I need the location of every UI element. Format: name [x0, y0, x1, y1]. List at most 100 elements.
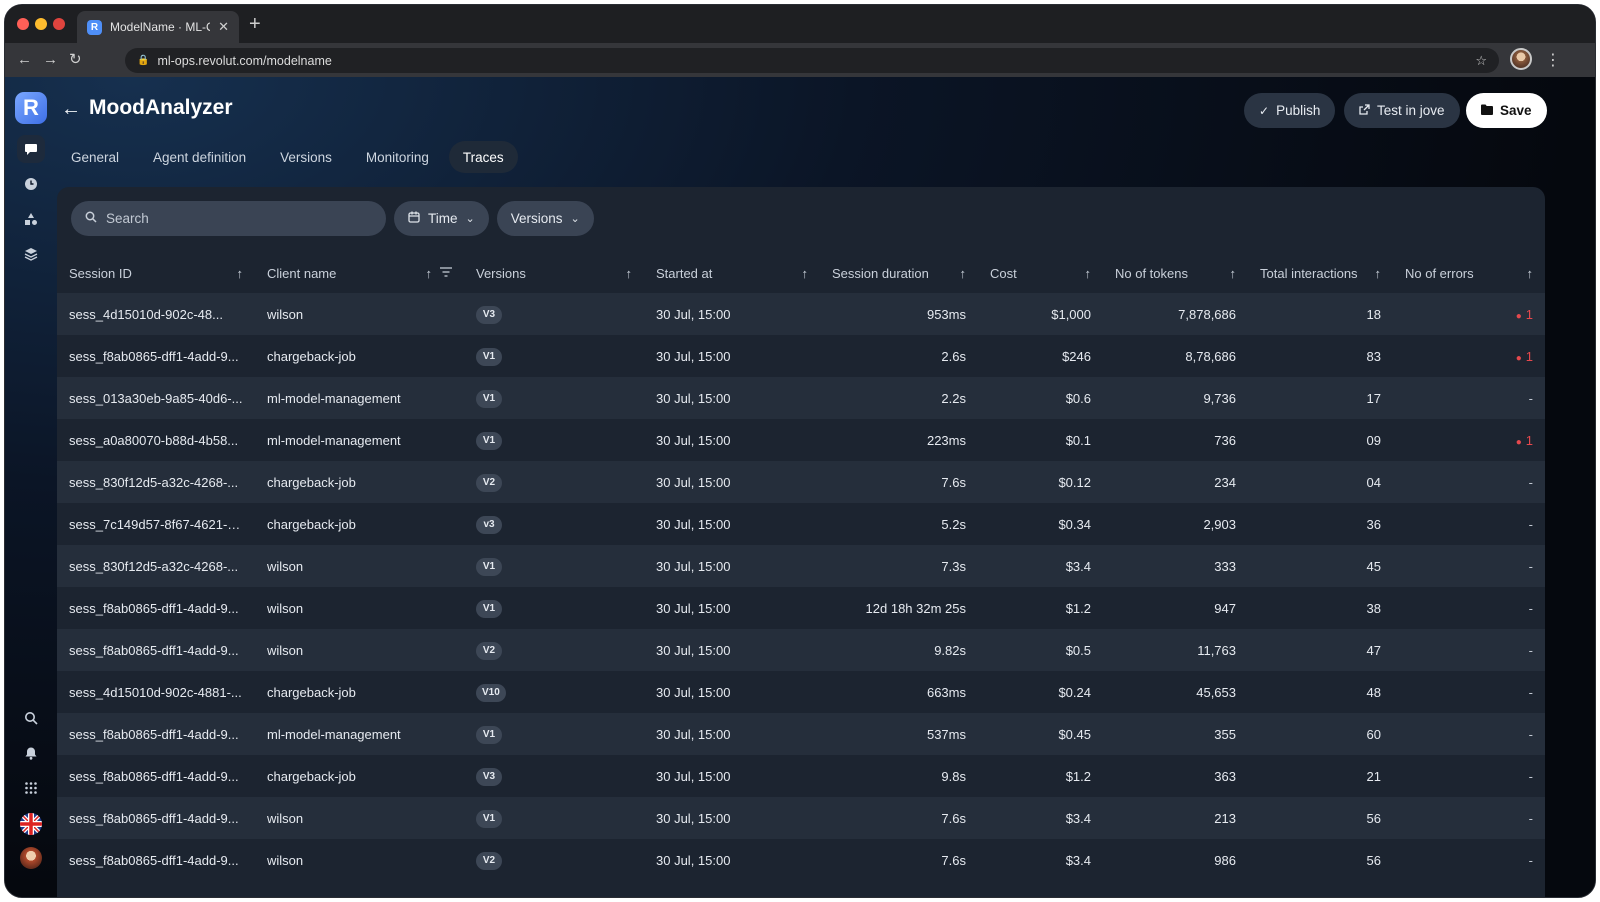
- table-row[interactable]: sess_f8ab0865-dff1-4add-9... wilson V1 30 J…: [57, 587, 1545, 629]
- version-badge: V1: [476, 347, 502, 366]
- tab-general[interactable]: General: [57, 141, 133, 173]
- table-row[interactable]: sess_830f12d5-a32c-4268-... chargeback-jo…: [57, 461, 1545, 503]
- errors-cell: -: [1393, 587, 1545, 629]
- sort-arrow-icon[interactable]: ↑: [1230, 266, 1237, 281]
- save-button[interactable]: Save: [1466, 93, 1547, 128]
- error-count: -: [1528, 600, 1533, 616]
- tab-agent-definition[interactable]: Agent definition: [139, 141, 260, 173]
- versions-filter[interactable]: Versions ⌄: [496, 201, 594, 236]
- interactions-cell: 48: [1248, 671, 1393, 713]
- column-header-session-id[interactable]: Session ID ↑: [57, 253, 255, 293]
- filter-bar: Time ⌄ Versions ⌄: [71, 201, 594, 236]
- filter-lines-icon[interactable]: [440, 266, 452, 280]
- search-box[interactable]: [71, 201, 386, 236]
- started-at-cell: 30 Jul, 15:00: [644, 629, 820, 671]
- clock-icon[interactable]: [17, 170, 45, 198]
- cost-cell: $246: [978, 335, 1103, 377]
- uk-flag-icon[interactable]: [20, 813, 42, 835]
- table-row[interactable]: sess_830f12d5-a32c-4268-... wilson V1 30 Ju…: [57, 545, 1545, 587]
- table-row[interactable]: sess_f8ab0865-dff1-4add-9... wilson V2 30 J…: [57, 629, 1545, 671]
- sort-arrow-icon[interactable]: ↑: [626, 266, 633, 281]
- client-name-cell: wilson: [255, 797, 464, 839]
- forward-nav-icon[interactable]: →: [43, 50, 58, 70]
- grid-icon[interactable]: [17, 774, 45, 802]
- error-count: -: [1528, 642, 1533, 658]
- sort-arrow-icon[interactable]: ↑: [1375, 266, 1382, 281]
- sort-arrow-icon[interactable]: ↑: [960, 266, 967, 281]
- client-name-cell: wilson: [255, 839, 464, 881]
- column-header-client-name[interactable]: Client name ↑: [255, 253, 464, 293]
- browser-tab[interactable]: R ModelName · ML-Ops ✕: [77, 11, 239, 43]
- tab-traces[interactable]: Traces: [448, 141, 518, 173]
- time-filter[interactable]: Time ⌄: [394, 201, 489, 236]
- back-nav-icon[interactable]: ←: [17, 50, 32, 70]
- client-name-cell: chargeback-job: [255, 671, 464, 713]
- bell-icon[interactable]: [17, 739, 45, 767]
- table-row[interactable]: sess_f8ab0865-dff1-4add-9... chargeback-j…: [57, 335, 1545, 377]
- interactions-cell: 56: [1248, 797, 1393, 839]
- new-tab-icon[interactable]: +: [249, 14, 261, 34]
- bookmark-star-icon[interactable]: ☆: [1475, 53, 1487, 69]
- sort-arrow-icon[interactable]: ↑: [1085, 266, 1092, 281]
- url-text[interactable]: ml-ops.revolut.com/modelname: [157, 54, 1467, 68]
- table-row[interactable]: sess_a0a80070-b88d-4b58... ml-model-manag…: [57, 419, 1545, 461]
- close-window-button[interactable]: [17, 18, 29, 30]
- publish-button[interactable]: ✓ Publish: [1244, 93, 1336, 128]
- revolut-logo[interactable]: R: [15, 92, 47, 124]
- tab-monitoring[interactable]: Monitoring: [352, 141, 443, 173]
- favicon-icon: R: [87, 19, 102, 35]
- session-id-cell: sess_4d15010d-902c-48...: [57, 293, 255, 335]
- tab-versions[interactable]: Versions: [266, 141, 346, 173]
- layers-icon[interactable]: [17, 240, 45, 268]
- table-row[interactable]: sess_4d15010d-902c-48... wilson V3 30 Jul, …: [57, 293, 1545, 335]
- session-id-cell: sess_7c149d57-8f67-4621-9...: [57, 503, 255, 545]
- user-avatar[interactable]: [20, 847, 42, 869]
- search-input[interactable]: [106, 211, 372, 226]
- column-header-errors[interactable]: No of errors ↑: [1393, 253, 1545, 293]
- cost-cell: $0.12: [978, 461, 1103, 503]
- sort-arrow-icon[interactable]: ↑: [237, 266, 244, 281]
- column-header-cost[interactable]: Cost ↑: [978, 253, 1103, 293]
- minimize-window-button[interactable]: [35, 18, 47, 30]
- browser-menu-icon[interactable]: ⋮: [1545, 50, 1561, 70]
- interactions-cell: 36: [1248, 503, 1393, 545]
- versions-filter-label: Versions: [510, 211, 563, 226]
- column-header-tokens[interactable]: No of tokens ↑: [1103, 253, 1248, 293]
- column-header-versions[interactable]: Versions ↑: [464, 253, 644, 293]
- table-row[interactable]: sess_4d15010d-902c-4881-... chargeback-jo…: [57, 671, 1545, 713]
- table-row[interactable]: sess_f8ab0865-dff1-4add-9... wilson V2 30 J…: [57, 839, 1545, 881]
- cost-cell: $0.45: [978, 713, 1103, 755]
- address-bar[interactable]: 🔒 ml-ops.revolut.com/modelname ☆: [125, 48, 1499, 73]
- version-badge: V1: [476, 725, 502, 744]
- table-row[interactable]: sess_013a30eb-9a85-40d6-... ml-model-mana…: [57, 377, 1545, 419]
- client-name-cell: chargeback-job: [255, 755, 464, 797]
- chat-icon[interactable]: [17, 135, 45, 163]
- interactions-cell: 45: [1248, 545, 1393, 587]
- version-cell: V1: [464, 335, 644, 377]
- column-header-started-at[interactable]: Started at ↑: [644, 253, 820, 293]
- sort-arrow-icon[interactable]: ↑: [802, 266, 809, 281]
- test-in-jove-button[interactable]: Test in jove: [1344, 93, 1460, 128]
- reload-icon[interactable]: ↻: [69, 50, 82, 70]
- version-badge: V3: [476, 305, 502, 324]
- table-row[interactable]: sess_f8ab0865-dff1-4add-9... chargeback-j…: [57, 755, 1545, 797]
- table-row[interactable]: sess_f8ab0865-dff1-4add-9... ml-model-man…: [57, 713, 1545, 755]
- sort-arrow-icon[interactable]: ↑: [1527, 266, 1534, 281]
- browser-profile-avatar[interactable]: [1510, 48, 1532, 70]
- sort-arrow-icon[interactable]: ↑: [426, 266, 433, 281]
- client-name-cell: ml-model-management: [255, 377, 464, 419]
- table-row[interactable]: sess_7c149d57-8f67-4621-9... chargeback-j…: [57, 503, 1545, 545]
- close-tab-icon[interactable]: ✕: [218, 19, 229, 35]
- session-duration-cell: 9.82s: [820, 629, 978, 671]
- tokens-cell: 9,736: [1103, 377, 1248, 419]
- maximize-window-button[interactable]: [53, 18, 65, 30]
- column-header-total-interactions[interactable]: Total interactions ↑: [1248, 253, 1393, 293]
- table-row[interactable]: sess_f8ab0865-dff1-4add-9... wilson V1 30 J…: [57, 797, 1545, 839]
- browser-window: R ModelName · ML-Ops ✕ + ← → ↻ 🔒 ml-ops.…: [4, 4, 1596, 898]
- rail-search-icon[interactable]: [17, 704, 45, 732]
- interactions-cell: 21: [1248, 755, 1393, 797]
- back-arrow-icon[interactable]: ←: [61, 99, 81, 119]
- shapes-icon[interactable]: [17, 205, 45, 233]
- column-header-session-duration[interactable]: Session duration ↑: [820, 253, 978, 293]
- interactions-cell: 38: [1248, 587, 1393, 629]
